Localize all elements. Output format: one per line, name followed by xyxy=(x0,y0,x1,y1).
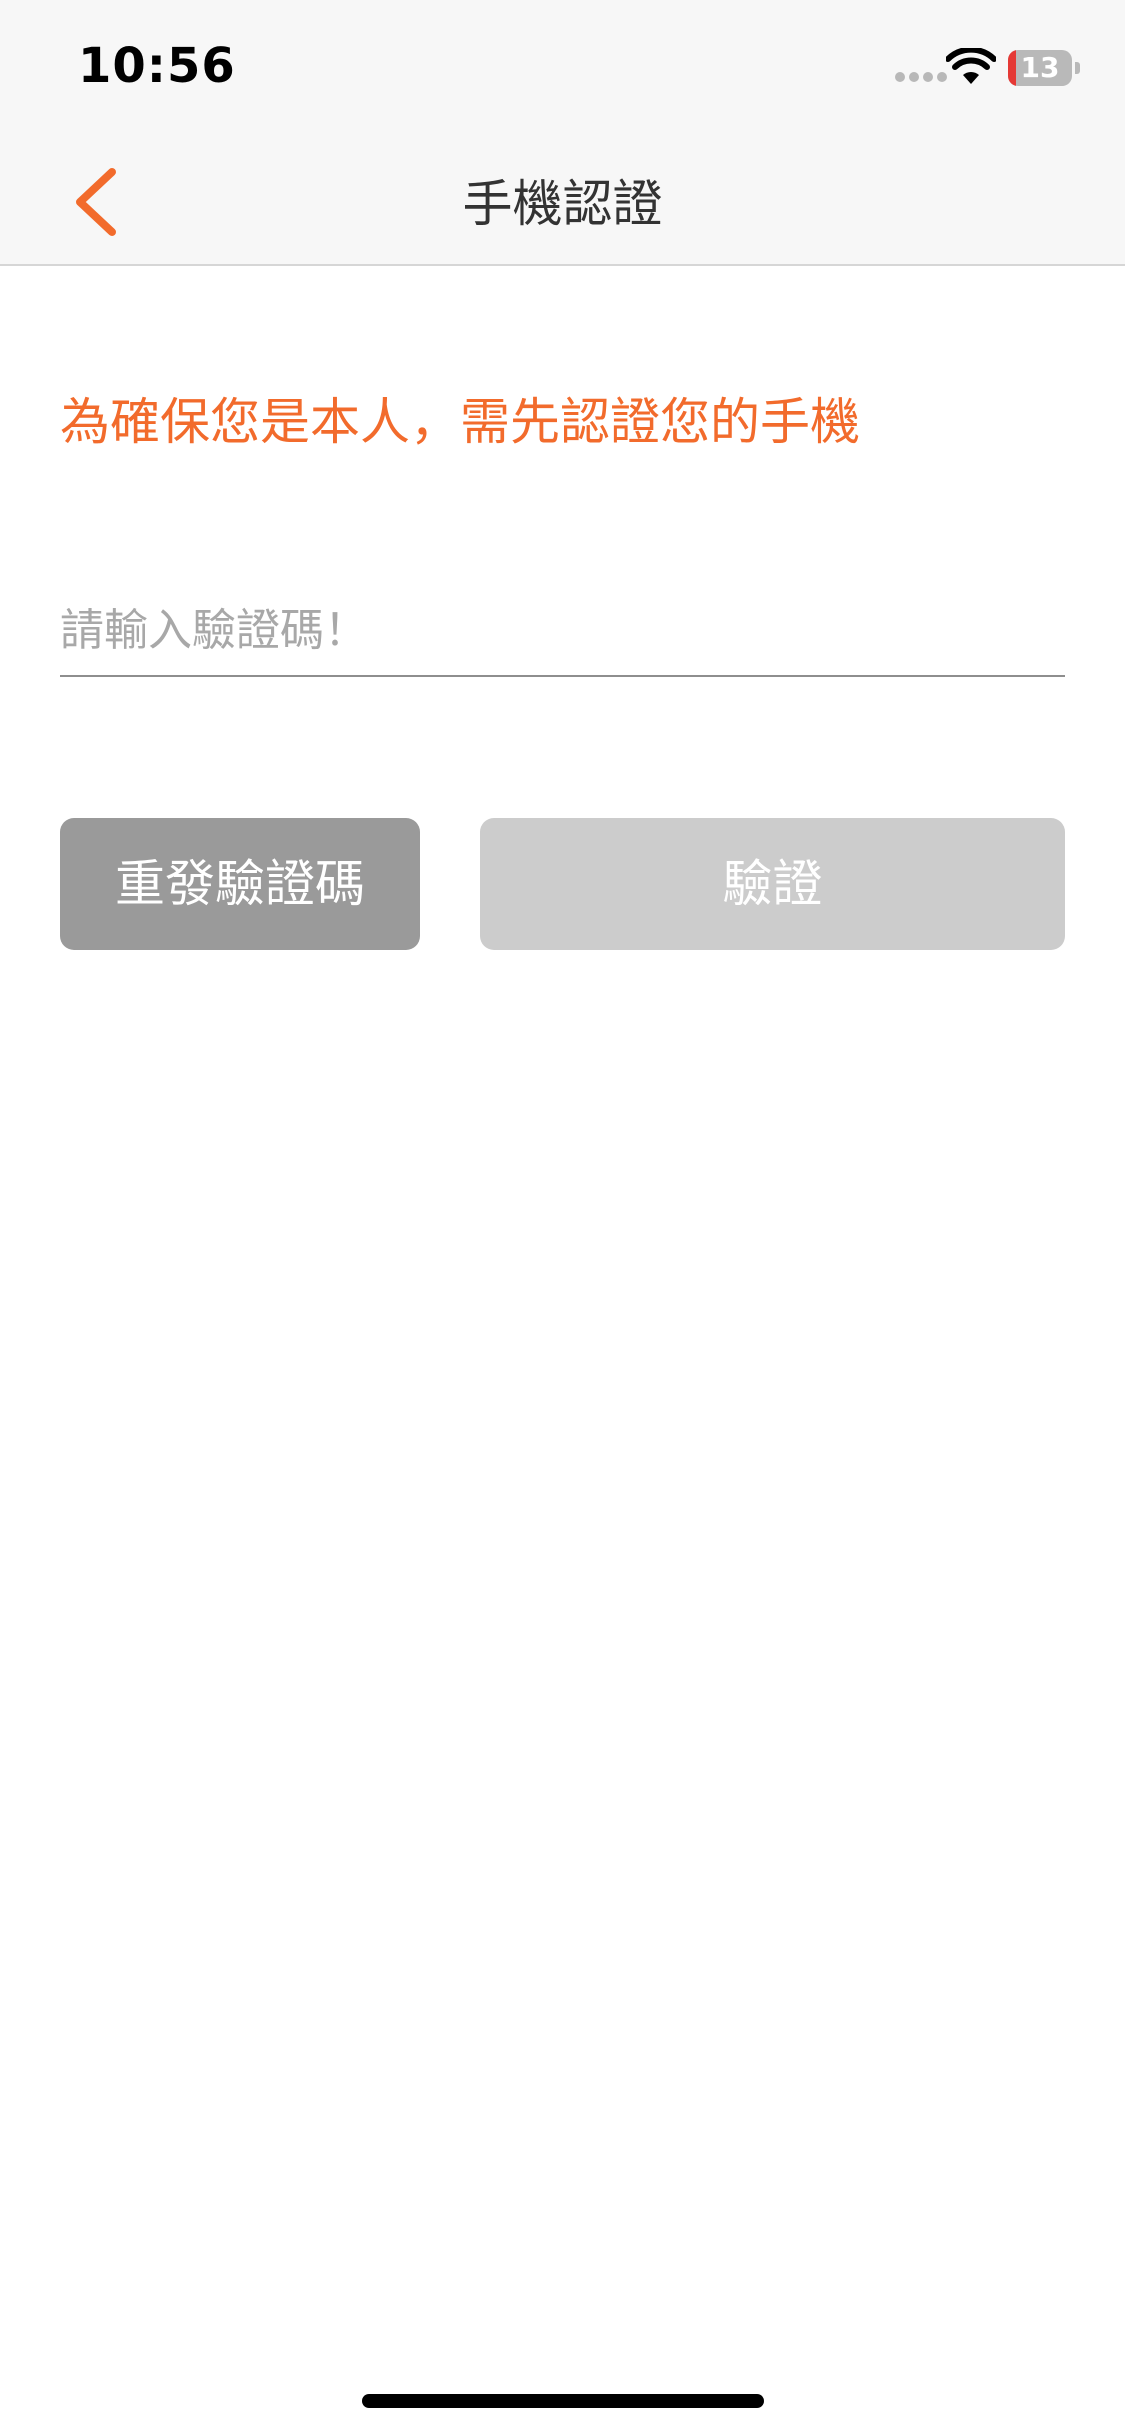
signal-dots-icon xyxy=(895,72,947,82)
navigation-bar: 手機認證 xyxy=(0,132,1125,266)
verification-notice: 為確保您是本人，需先認證您的手機 xyxy=(60,393,860,451)
home-indicator[interactable] xyxy=(362,2394,764,2408)
verify-button[interactable]: 驗證 xyxy=(480,818,1065,950)
page-title: 手機認證 xyxy=(462,175,663,233)
verification-code-input[interactable] xyxy=(60,585,1065,677)
battery-icon: 13 xyxy=(1008,50,1080,86)
resend-code-button[interactable]: 重發驗證碼 xyxy=(60,818,420,950)
battery-percentage: 13 xyxy=(1020,51,1060,84)
status-time: 10:56 xyxy=(78,38,236,94)
status-bar: 10:56 13 xyxy=(0,0,1125,132)
wifi-icon xyxy=(946,48,996,84)
